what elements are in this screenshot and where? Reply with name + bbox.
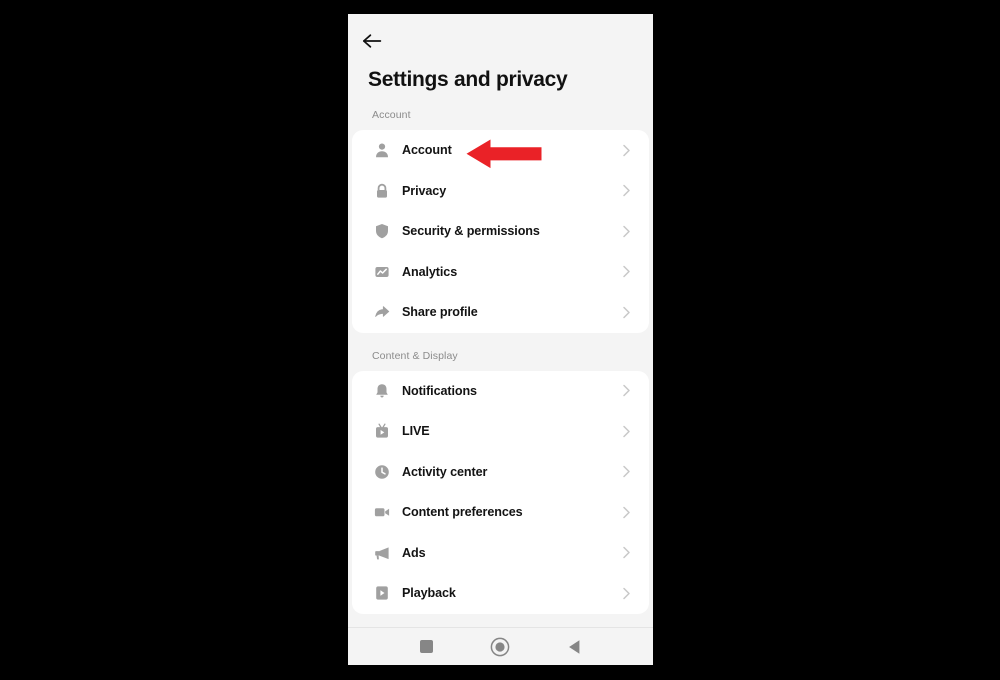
- settings-row-label: Activity center: [402, 465, 619, 479]
- settings-row-label: Share profile: [402, 305, 619, 319]
- megaphone-icon: [373, 544, 390, 561]
- settings-row-label: Account: [402, 143, 619, 157]
- back-button[interactable]: [348, 26, 392, 56]
- settings-row-notifications[interactable]: Notifications: [352, 371, 649, 412]
- settings-row-analytics[interactable]: Analytics: [352, 252, 649, 293]
- square-recents-icon: [419, 639, 434, 654]
- circle-home-icon: [490, 637, 510, 657]
- chevron-right-icon: [619, 424, 633, 438]
- phone-screen: Settings and privacy Account Account: [348, 14, 653, 665]
- play-box-icon: [373, 585, 390, 602]
- bell-icon: [373, 382, 390, 399]
- screenshot-root: Settings and privacy Account Account: [0, 0, 1000, 680]
- shield-icon: [373, 223, 390, 240]
- android-system-nav-bar: [348, 627, 653, 665]
- settings-row-label: Privacy: [402, 184, 619, 198]
- settings-row-ads[interactable]: Ads: [352, 533, 649, 574]
- person-icon: [373, 142, 390, 159]
- video-camera-icon: [373, 504, 390, 521]
- section-header-content-display: Content & Display: [348, 333, 653, 371]
- page-title: Settings and privacy: [348, 56, 653, 92]
- settings-row-share-profile[interactable]: Share profile: [352, 292, 649, 333]
- settings-row-activity-center[interactable]: Activity center: [352, 452, 649, 493]
- recents-button[interactable]: [410, 630, 444, 664]
- settings-row-label: Playback: [402, 586, 619, 600]
- lock-icon: [373, 182, 390, 199]
- settings-row-label: Content preferences: [402, 505, 619, 519]
- settings-row-playback[interactable]: Playback: [352, 573, 649, 614]
- chevron-right-icon: [619, 184, 633, 198]
- live-tv-icon: [373, 423, 390, 440]
- analytics-chart-icon: [373, 263, 390, 280]
- share-arrow-icon: [373, 304, 390, 321]
- settings-row-label: Notifications: [402, 384, 619, 398]
- chevron-right-icon: [619, 465, 633, 479]
- settings-row-live[interactable]: LIVE: [352, 411, 649, 452]
- chevron-right-icon: [619, 384, 633, 398]
- back-nav-button[interactable]: [557, 630, 591, 664]
- settings-row-security-permissions[interactable]: Security & permissions: [352, 211, 649, 252]
- section-card-content-display: Notifications LIVE: [352, 371, 649, 614]
- chevron-right-icon: [619, 305, 633, 319]
- chevron-right-icon: [619, 505, 633, 519]
- section-card-account: Account Privacy: [352, 130, 649, 333]
- settings-list[interactable]: Account Account: [348, 92, 653, 627]
- chevron-right-icon: [619, 143, 633, 157]
- app-header: Settings and privacy: [348, 14, 653, 92]
- clock-icon: [373, 463, 390, 480]
- settings-row-label: Ads: [402, 546, 619, 560]
- chevron-right-icon: [619, 546, 633, 560]
- settings-row-privacy[interactable]: Privacy: [352, 171, 649, 212]
- chevron-right-icon: [619, 265, 633, 279]
- arrow-left-icon: [362, 33, 382, 49]
- settings-row-label: Analytics: [402, 265, 619, 279]
- chevron-right-icon: [619, 586, 633, 600]
- settings-row-label: Security & permissions: [402, 224, 619, 238]
- section-header-account: Account: [348, 92, 653, 130]
- chevron-right-icon: [619, 224, 633, 238]
- home-button[interactable]: [483, 630, 517, 664]
- settings-row-content-preferences[interactable]: Content preferences: [352, 492, 649, 533]
- settings-row-account[interactable]: Account: [352, 130, 649, 171]
- triangle-back-icon: [567, 639, 582, 655]
- settings-row-label: LIVE: [402, 424, 619, 438]
